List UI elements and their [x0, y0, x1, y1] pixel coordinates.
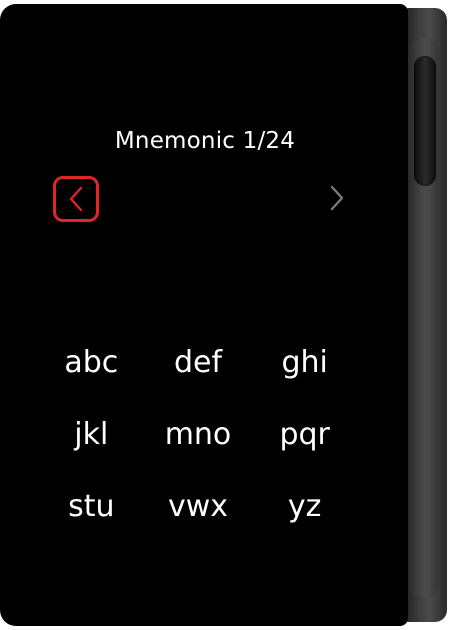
- key-jkl[interactable]: jkl: [38, 398, 145, 470]
- side-button[interactable]: [414, 56, 436, 186]
- chevron-left-icon: [69, 186, 83, 212]
- chevron-right-icon: [330, 185, 344, 211]
- letter-keypad: abc def ghi jkl mno pqr stu vwx yz: [38, 326, 358, 542]
- key-yz[interactable]: yz: [251, 470, 358, 542]
- key-ghi[interactable]: ghi: [251, 326, 358, 398]
- key-mno[interactable]: mno: [145, 398, 252, 470]
- key-def[interactable]: def: [145, 326, 252, 398]
- previous-word-button[interactable]: [53, 176, 99, 222]
- key-abc[interactable]: abc: [38, 326, 145, 398]
- key-vwx[interactable]: vwx: [145, 470, 252, 542]
- hardware-wallet-device: Mnemonic 1/24 abc def ghi jkl mno pqr st…: [0, 0, 450, 630]
- key-stu[interactable]: stu: [38, 470, 145, 542]
- next-word-button[interactable]: [322, 181, 352, 215]
- page-title: Mnemonic 1/24: [114, 128, 296, 154]
- device-screen: Mnemonic 1/24 abc def ghi jkl mno pqr st…: [0, 4, 408, 626]
- key-pqr[interactable]: pqr: [251, 398, 358, 470]
